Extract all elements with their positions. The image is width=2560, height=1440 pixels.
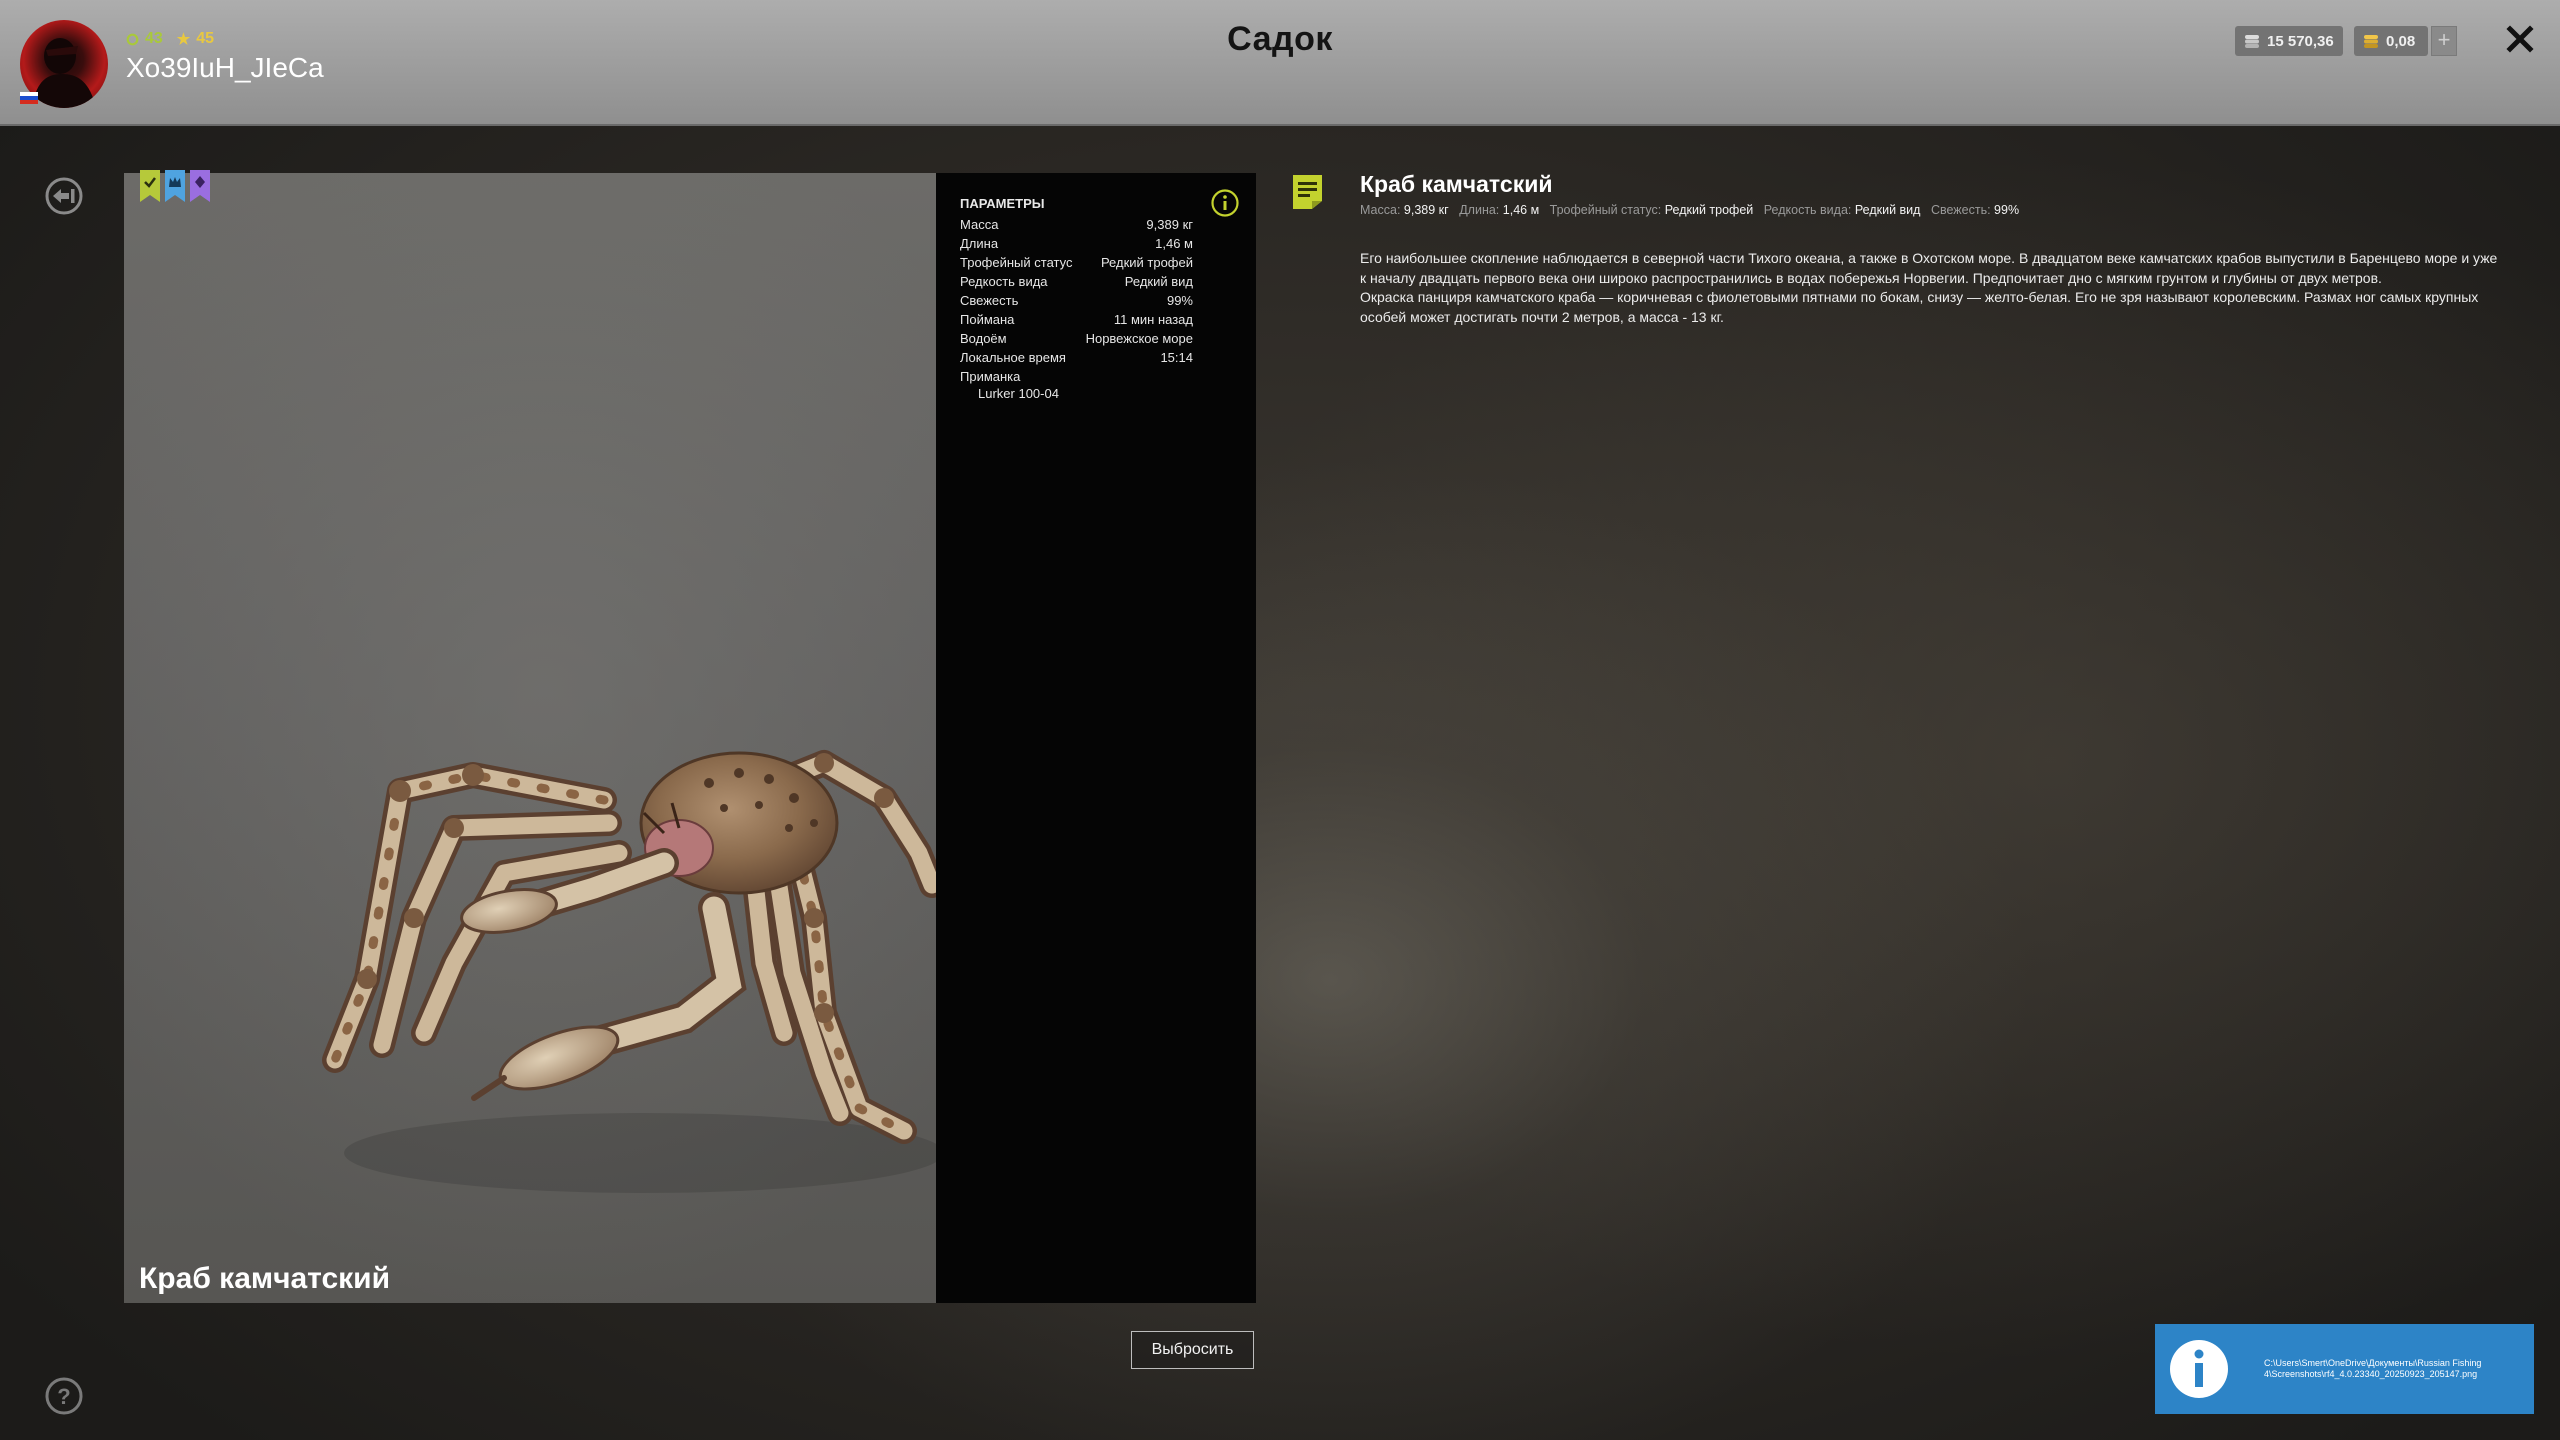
param-value: Норвежское море [1085, 331, 1193, 346]
param-value: Редкий вид [1124, 274, 1193, 289]
player-stats: 43 ★ 45 [126, 29, 214, 49]
player-name[interactable]: Xo39IuH_JIeCa [126, 52, 324, 84]
screenshot-path: C:\Users\Smert\OneDrive\Документы\Russia… [2264, 1358, 2481, 1380]
page-title: Садок [1227, 20, 1333, 58]
gold-amount: 0,08 [2386, 32, 2416, 50]
species-title: Краб камчатский [1360, 171, 1553, 197]
summary-label: Редкость вида: [1763, 203, 1852, 217]
param-row-length: Длина 1,46 м [960, 235, 1193, 253]
param-label: Трофейный статус [960, 255, 1073, 270]
param-row-bait: Приманка [960, 368, 1193, 386]
param-row-caught: Поймана 11 мин назад [960, 311, 1193, 329]
param-label: Локальное время [960, 350, 1066, 365]
summary-value: 99% [1994, 203, 2020, 217]
top-bar: Садок 43 ★ 45 Xo39IuH_JIeCa 15 570,36 0,… [0, 0, 2560, 126]
screenshot-path-line: 4\Screenshots\rf4_4.0.23340_20250923_205… [2264, 1369, 2478, 1379]
summary-label: Свежесть: [1930, 203, 1991, 217]
description-paragraph: Окраска панциря камчатского краба — кори… [1360, 289, 2479, 325]
info-icon [2170, 1340, 2228, 1398]
close-icon[interactable] [2505, 24, 2535, 54]
star-icon: ★ [176, 31, 191, 48]
add-currency-button[interactable]: + [2431, 26, 2457, 56]
silver-balance[interactable]: 15 570,36 [2235, 26, 2343, 56]
parameters-panel: ПАРАМЕТРЫ Масса 9,389 кг Длина 1,46 м Тр… [936, 173, 1256, 1303]
level-ring-icon [126, 33, 139, 45]
player-rank: 45 [196, 30, 215, 47]
species-description: Его наибольшее скопление наблюдается в с… [1360, 249, 2500, 327]
param-row-local-time: Локальное время 15:14 [960, 349, 1193, 367]
bait-value: Lurker 100-04 [978, 386, 1059, 401]
param-row-trophy-status: Трофейный статус Редкий трофей [960, 254, 1193, 272]
param-label: Водоём [960, 331, 1007, 346]
param-label: Редкость вида [960, 274, 1048, 289]
note-icon [1293, 175, 1322, 209]
release-button[interactable]: Выбросить [1131, 1331, 1254, 1369]
param-label: Поймана [960, 312, 1015, 327]
gold-coins-icon [2364, 35, 2378, 48]
trophy-ribbon-icon [140, 170, 160, 202]
summary-label: Трофейный статус: [1549, 203, 1662, 217]
description-paragraph: Его наибольшее скопление наблюдается в с… [1360, 250, 2498, 286]
summary-label: Масса: [1360, 203, 1401, 217]
param-row-mass: Масса 9,389 кг [960, 216, 1193, 234]
param-value: 9,389 кг [1146, 217, 1193, 232]
rare-ribbon-icon [190, 170, 210, 202]
param-value: 1,46 м [1155, 236, 1193, 251]
summary-value: Редкий трофей [1664, 203, 1754, 217]
help-icon[interactable]: ? [44, 1376, 84, 1416]
player-level: 43 [145, 30, 163, 47]
summary-label: Длина: [1459, 203, 1500, 217]
param-label: Длина [960, 236, 999, 251]
param-label: Приманка [960, 369, 1021, 384]
gold-balance[interactable]: 0,08 [2354, 26, 2428, 56]
trophy-badges [140, 170, 210, 202]
param-row-rarity: Редкость вида Редкий вид [960, 273, 1193, 291]
param-value: 11 мин назад [1113, 312, 1193, 327]
fish-name-caption: Краб камчатский [139, 1262, 391, 1295]
svg-text:?: ? [57, 1384, 70, 1409]
species-summary: Масса: 9,389 кг Длина: 1,46 м Трофейный … [1360, 203, 2026, 217]
screenshot-path-line: C:\Users\Smert\OneDrive\Документы\Russia… [2264, 1358, 2482, 1368]
fish-viewport[interactable] [124, 173, 936, 1303]
param-label: Масса [960, 217, 999, 232]
summary-value: 9,389 кг [1403, 203, 1449, 217]
back-icon[interactable] [44, 176, 84, 216]
screenshot-notification[interactable]: C:\Users\Smert\OneDrive\Документы\Russia… [2155, 1324, 2534, 1414]
keepnet-screen: Садок 43 ★ 45 Xo39IuH_JIeCa 15 570,36 0,… [0, 0, 2560, 1440]
russia-flag-icon [20, 92, 38, 104]
param-row-waterbody: Водоём Норвежское море [960, 330, 1193, 348]
param-row-freshness: Свежесть 99% [960, 292, 1193, 310]
param-label: Свежесть [960, 293, 1019, 308]
silver-coins-icon [2245, 35, 2259, 48]
info-icon[interactable] [1210, 188, 1240, 218]
crown-ribbon-icon [165, 170, 185, 202]
summary-value: 1,46 м [1502, 203, 1540, 217]
param-value: 15:14 [1160, 350, 1193, 365]
silver-amount: 15 570,36 [2267, 32, 2334, 50]
param-value: Редкий трофей [1100, 255, 1193, 270]
summary-value: Редкий вид [1854, 203, 1921, 217]
parameters-title: ПАРАМЕТРЫ [960, 196, 1045, 211]
param-value: 99% [1166, 293, 1193, 308]
crab-model [322, 750, 936, 1193]
